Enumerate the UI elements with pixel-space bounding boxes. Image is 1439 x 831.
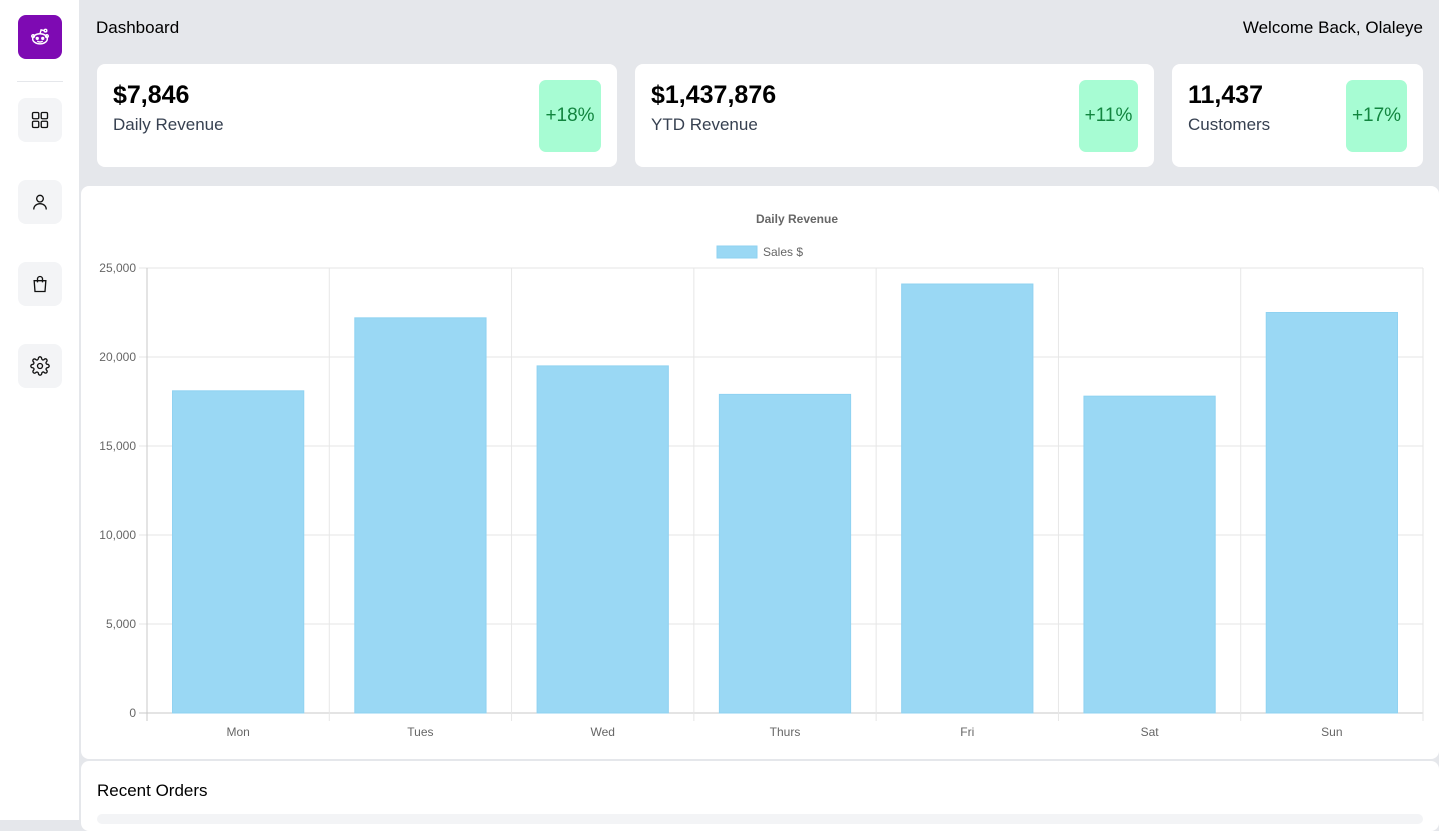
nav-customers-button[interactable] [18,180,62,224]
stat-value: 11,437 [1188,81,1264,109]
y-tick-label: 10,000 [99,528,136,542]
nav-orders-button[interactable] [18,262,62,306]
bar-sun [1265,312,1398,714]
bar-sat [1083,395,1216,714]
shopping-bag-icon [33,275,47,293]
x-tick-label: Thurs [770,725,801,739]
bar-fri [901,283,1034,714]
bar-wed [536,365,669,714]
y-tick-label: 20,000 [99,350,136,364]
stat-label: Customers [1188,115,1271,134]
stat-value: $1,437,876 [651,81,777,109]
legend-label: Sales $ [763,245,803,259]
x-tick-label: Sat [1141,725,1160,739]
sidebar [0,0,80,820]
x-tick-label: Sun [1321,725,1342,739]
recent-orders-panel: Recent Orders [81,761,1439,831]
user-icon [33,194,47,210]
stat-label: YTD Revenue [651,115,758,134]
y-tick-label: 5,000 [106,617,136,631]
nav-dashboard-button[interactable] [18,98,62,142]
stat-change-badge: +17% [1346,80,1407,152]
recent-orders-table-header [97,814,1423,824]
recent-orders-title: Recent Orders [97,781,208,800]
y-tick-label: 15,000 [99,439,136,453]
x-tick-label: Tues [407,725,433,739]
x-tick-label: Fri [960,725,974,739]
y-tick-label: 25,000 [99,261,136,275]
sidebar-divider [17,81,63,82]
daily-revenue-chart-panel: 0 5,000 10,000 15,000 20,000 25,000 Mon Tues Wed… [81,186,1439,759]
grid-icon [31,111,49,129]
stat-card-ytd-revenue: $1,437,876 YTD Revenue +11% [635,64,1154,167]
x-tick-label: Wed [590,725,614,739]
bar-thurs [718,393,852,714]
stat-card-customers: 11,437 Customers +17% [1172,64,1423,167]
page-title: Dashboard [96,18,180,37]
stat-label: Daily Revenue [113,115,224,134]
x-tick-label: Mon [226,725,249,739]
reddit-alien-icon [31,28,49,45]
bar-mon [172,390,305,714]
stat-change-badge: +11% [1079,80,1138,152]
logo-button[interactable] [18,15,62,59]
chart-title: Daily Revenue [756,212,838,226]
bar-tues [354,317,487,714]
stat-card-daily-revenue: $7,846 Daily Revenue +18% [97,64,617,167]
y-tick-label: 0 [129,706,136,720]
gear-icon [30,356,50,376]
welcome-message: Welcome Back, Olaleye [1242,18,1423,37]
stat-value: $7,846 [113,81,190,109]
nav-settings-button[interactable] [18,344,62,388]
stat-change-badge: +18% [539,80,601,152]
legend-swatch [716,245,758,259]
daily-revenue-chart: 0 5,000 10,000 15,000 20,000 25,000 Mon Tues Wed… [99,212,1424,739]
